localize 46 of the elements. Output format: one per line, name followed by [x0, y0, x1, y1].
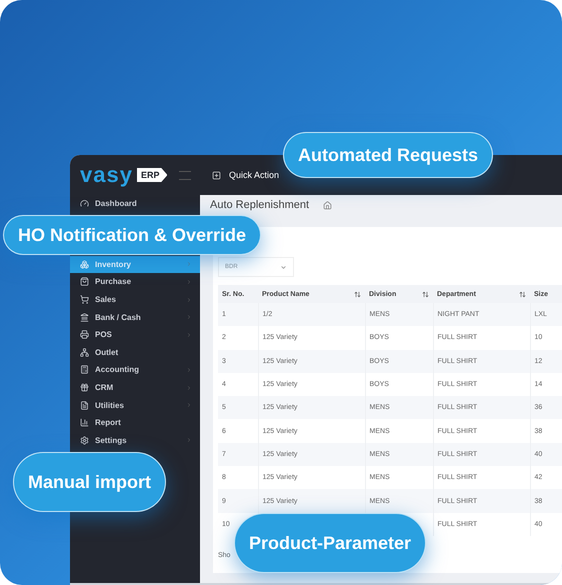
menu-item-icon: [80, 436, 89, 445]
sidebar-item[interactable]: Utilities: [70, 396, 200, 414]
feature-callout: Manual import: [13, 452, 166, 512]
feature-callout: Automated Requests: [283, 132, 494, 178]
logo-badge: ERP: [136, 168, 168, 182]
chevron-icon: [186, 366, 192, 373]
chevron-icon: [186, 314, 192, 320]
sidebar-item[interactable]: Dashboard: [70, 195, 200, 213]
menu-item-icon: [80, 365, 89, 374]
chevron-icon: [186, 384, 192, 391]
home-icon[interactable]: [323, 200, 332, 210]
menu-item-icon: [80, 312, 89, 322]
sort-icon[interactable]: [422, 290, 429, 298]
menu-item-icon: [80, 295, 89, 304]
sidebar-item[interactable]: Settings: [70, 432, 200, 450]
feature-callout: HO Notification & Override: [3, 215, 262, 255]
chevron-icon: [186, 261, 192, 268]
sidebar-item[interactable]: Outlet: [70, 344, 200, 362]
menu-item-icon: [80, 260, 89, 269]
chevron-icon: [186, 278, 192, 285]
sidebar-item[interactable]: CRM: [70, 378, 200, 396]
menu-item-icon: [80, 348, 89, 357]
sort-icon[interactable]: [354, 290, 361, 298]
menu-item-icon: [80, 400, 89, 410]
quick-action-button[interactable]: Quick Action: [212, 170, 280, 180]
chevron-icon: [186, 332, 192, 338]
plus-icon: [212, 170, 221, 180]
chevron-icon: [186, 437, 192, 444]
chevron-icon: [186, 296, 192, 303]
sidebar-item[interactable]: POS: [70, 326, 200, 344]
sidebar-item[interactable]: Sales: [70, 290, 200, 308]
sidebar-item[interactable]: Bank / Cash: [70, 308, 200, 326]
sidebar-item[interactable]: Purchase: [70, 273, 200, 291]
feature-callout: Product-Parameter: [234, 513, 426, 573]
menu-item-icon: [80, 330, 89, 340]
caret-icon: [280, 264, 287, 270]
sort-icon[interactable]: [519, 290, 526, 298]
sidebar-item[interactable]: Accounting: [70, 361, 200, 379]
chevron-icon: [186, 402, 192, 408]
menu-item-icon: [80, 199, 89, 208]
sidebar-item[interactable]: Report: [70, 414, 200, 432]
menu-item-icon: [80, 383, 89, 392]
menu-item-icon: [80, 418, 89, 428]
menu-item-icon: [80, 277, 89, 286]
page-title: Auto Replenishment: [210, 199, 310, 211]
logo-text: vasy: [80, 162, 133, 188]
